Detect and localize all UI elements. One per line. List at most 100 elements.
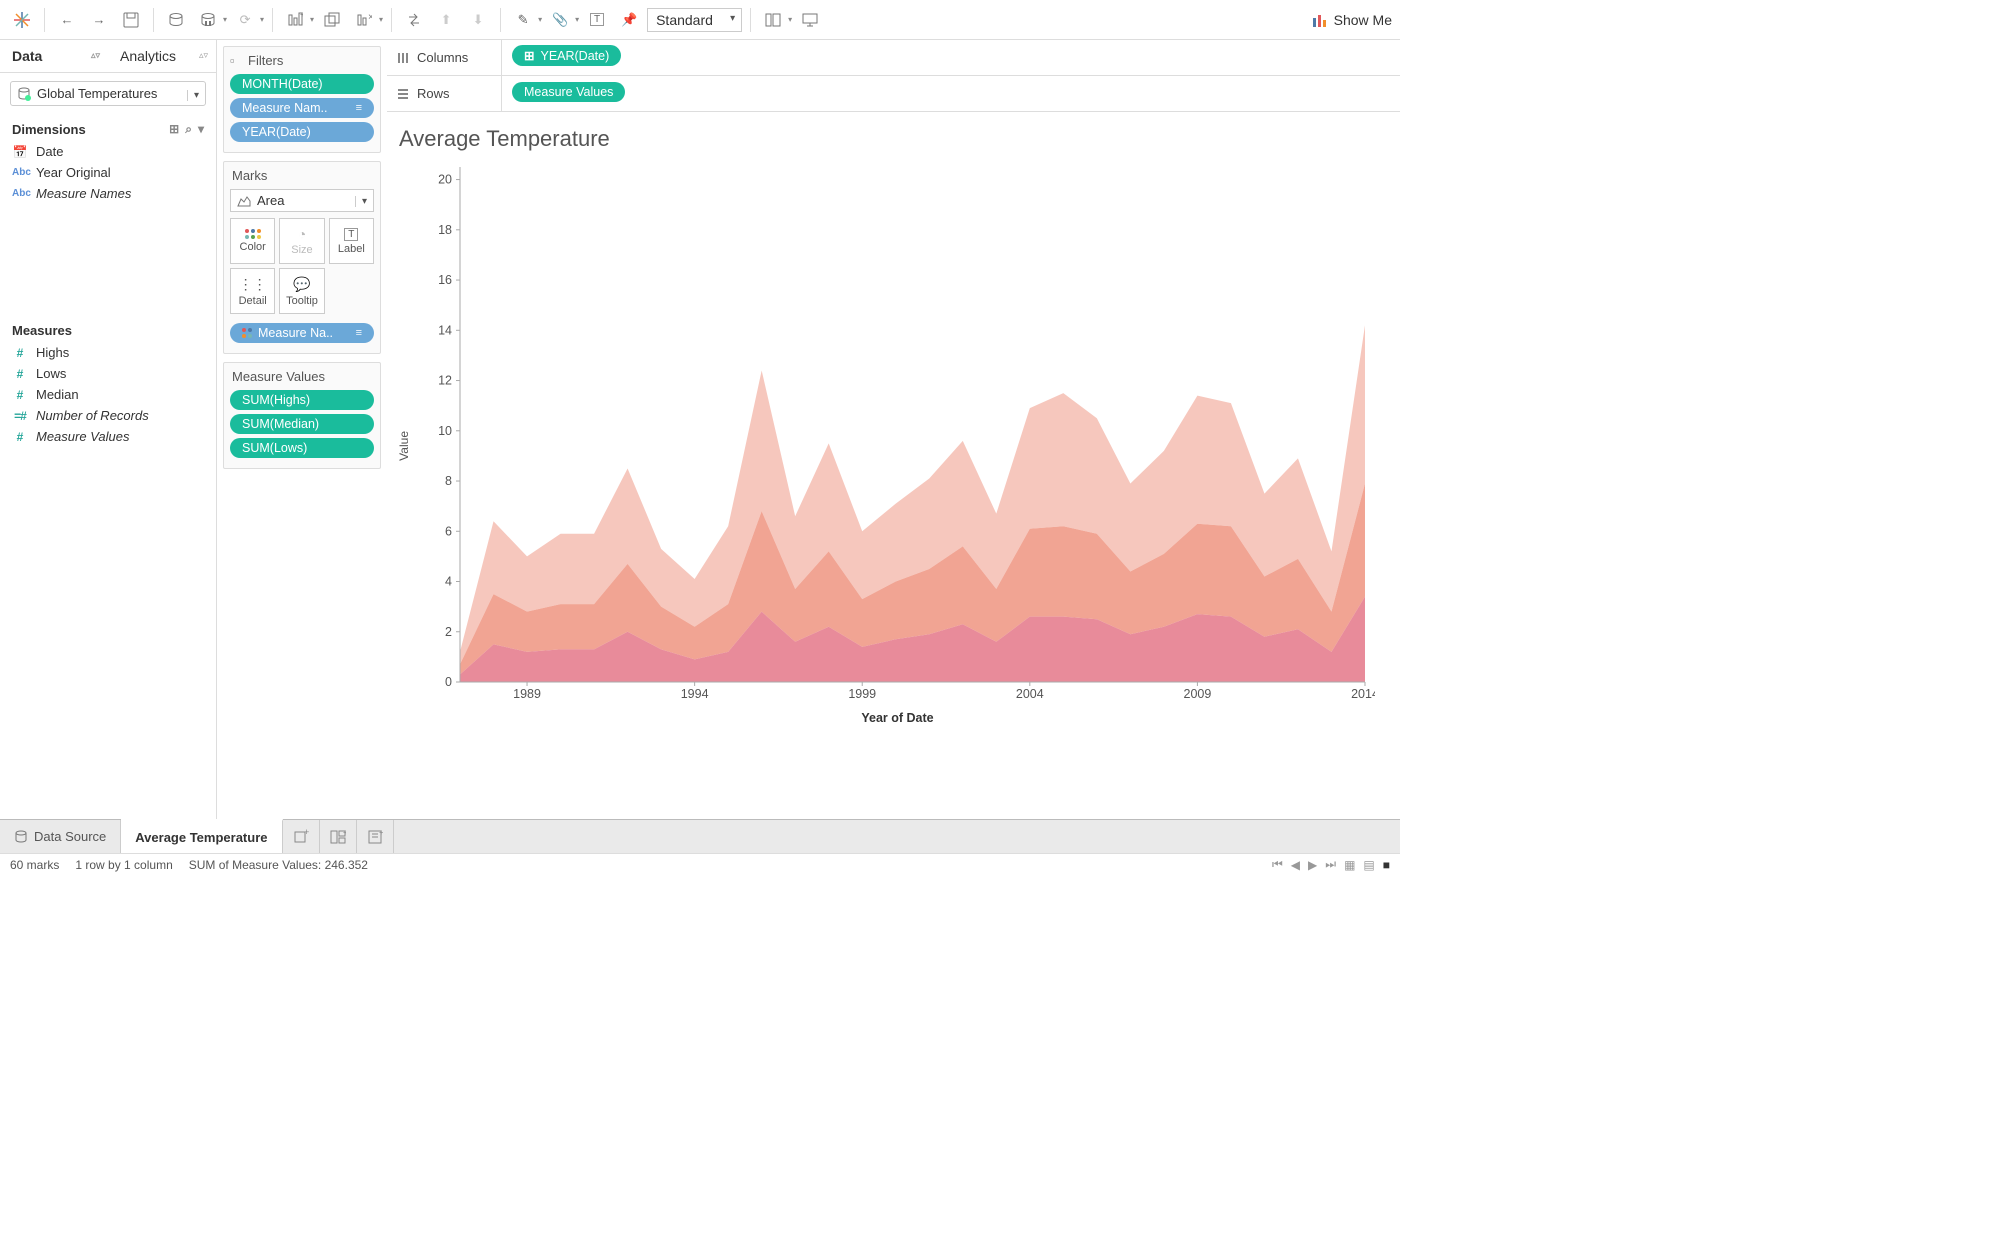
x-axis-label: Year of Date xyxy=(415,711,1380,725)
svg-text:2009: 2009 xyxy=(1184,687,1212,701)
data-panel: Data▵▿ Analytics▵▿ Global Temperatures▾ … xyxy=(0,40,217,819)
filter-pill[interactable]: MONTH(Date) xyxy=(230,74,374,94)
cards-column: ▫Filters MONTH(Date)Measure Nam..≡YEAR(D… xyxy=(217,40,387,819)
view-filmstrip[interactable]: ▤ xyxy=(1363,858,1374,872)
area-chart[interactable]: 0246810121416182019891994199920042009201… xyxy=(415,162,1375,707)
rows-shelf[interactable]: Rows Measure Values xyxy=(387,76,1400,112)
pause-button[interactable]: ▾ xyxy=(194,6,227,34)
datasource-selector[interactable]: Global Temperatures▾ xyxy=(10,81,206,106)
marks-tooltip-button[interactable]: 💬Tooltip xyxy=(279,268,324,314)
viz-column: Columns ⊞YEAR(Date) Rows Measure Values … xyxy=(387,40,1400,819)
nav-next[interactable]: ▶ xyxy=(1308,858,1317,872)
area-icon xyxy=(237,195,251,207)
show-labels-button[interactable]: T xyxy=(583,6,611,34)
marks-color-button[interactable]: Color xyxy=(230,218,275,264)
measure-field[interactable]: =#Number of Records xyxy=(0,405,216,426)
new-worksheet-tab[interactable]: + xyxy=(283,820,320,853)
columns-icon xyxy=(397,52,409,64)
y-axis-label: Value xyxy=(397,431,411,461)
filter-pill[interactable]: Measure Nam..≡ xyxy=(230,98,374,118)
dimension-field[interactable]: AbcYear Original xyxy=(0,162,216,183)
sheet-tabs: Data Source Average Temperature + + + xyxy=(0,819,1400,853)
svg-text:×: × xyxy=(368,12,372,23)
group-button[interactable]: 📎▾ xyxy=(546,6,579,34)
filter-pill[interactable]: YEAR(Date) xyxy=(230,122,374,142)
tab-analytics[interactable]: Analytics▵▿ xyxy=(108,40,216,72)
dimension-field[interactable]: AbcMeasure Names xyxy=(0,183,216,204)
menu-icon[interactable]: ▾ xyxy=(198,122,204,137)
view-icon[interactable]: ⊞ xyxy=(169,122,179,137)
undo-button[interactable]: ← xyxy=(53,6,81,34)
marks-color-pill[interactable]: Measure Na.. ≡ xyxy=(230,323,374,343)
svg-text:6: 6 xyxy=(445,524,452,538)
svg-text:+: + xyxy=(304,829,309,837)
search-icon[interactable]: ⌕ xyxy=(185,122,192,137)
marks-detail-button[interactable]: ⋮⋮Detail xyxy=(230,268,275,314)
main-toolbar: ← → ▾ ⟳▾ +▾ ×▾ ⬆ ⬇ ✎▾ 📎▾ T 📌 Standard ▾ … xyxy=(0,0,1400,40)
measure-field[interactable]: #Lows xyxy=(0,363,216,384)
svg-text:1994: 1994 xyxy=(681,687,709,701)
svg-text:20: 20 xyxy=(438,173,452,187)
svg-text:0: 0 xyxy=(445,675,452,689)
new-worksheet-button[interactable]: +▾ xyxy=(281,6,314,34)
sheet-tab-active[interactable]: Average Temperature xyxy=(121,819,282,853)
measure-field[interactable]: #Measure Values xyxy=(0,426,216,447)
show-me-label: Show Me xyxy=(1334,12,1392,28)
sort-asc-button[interactable]: ⬆ xyxy=(432,6,460,34)
fit-selector[interactable]: Standard xyxy=(647,8,742,32)
marks-size-button[interactable]: ◔Size xyxy=(279,218,324,264)
save-button[interactable] xyxy=(117,6,145,34)
svg-text:2004: 2004 xyxy=(1016,687,1044,701)
view-grid[interactable]: ▦ xyxy=(1344,858,1355,872)
datasource-tab[interactable]: Data Source xyxy=(0,820,121,853)
svg-text:2: 2 xyxy=(445,625,452,639)
columns-shelf[interactable]: Columns ⊞YEAR(Date) xyxy=(387,40,1400,76)
view-single[interactable]: ■ xyxy=(1383,858,1390,872)
rows-pill[interactable]: Measure Values xyxy=(512,82,625,102)
swap-button[interactable] xyxy=(400,6,428,34)
measure-value-pill[interactable]: SUM(Lows) xyxy=(230,438,374,458)
sort-desc-button[interactable]: ⬇ xyxy=(464,6,492,34)
rows-icon xyxy=(397,88,409,100)
new-datasource-button[interactable] xyxy=(162,6,190,34)
clear-button[interactable]: ×▾ xyxy=(350,6,383,34)
columns-pill[interactable]: ⊞YEAR(Date) xyxy=(512,45,621,66)
new-dashboard-tab[interactable]: + xyxy=(320,820,357,853)
nav-last[interactable]: ⏭ xyxy=(1325,857,1336,872)
pin-button[interactable]: 📌 xyxy=(615,6,643,34)
show-me-button[interactable]: Show Me xyxy=(1312,12,1392,28)
database-icon xyxy=(17,87,31,101)
measure-field[interactable]: #Highs xyxy=(0,342,216,363)
new-story-tab[interactable]: + xyxy=(357,820,394,853)
nav-first[interactable]: ⏮ xyxy=(1272,857,1283,872)
filters-card: ▫Filters MONTH(Date)Measure Nam..≡YEAR(D… xyxy=(223,46,381,153)
svg-text:14: 14 xyxy=(438,323,452,337)
measure-values-card: Measure Values SUM(Highs)SUM(Median)SUM(… xyxy=(223,362,381,469)
svg-text:10: 10 xyxy=(438,424,452,438)
marks-label-button[interactable]: TLabel xyxy=(329,218,374,264)
redo-button[interactable]: → xyxy=(85,6,113,34)
dimensions-header: Dimensions ⊞⌕▾ xyxy=(0,114,216,141)
mark-type-selector[interactable]: Area▾ xyxy=(230,189,374,212)
duplicate-button[interactable] xyxy=(318,6,346,34)
status-bar: 60 marks 1 row by 1 column SUM of Measur… xyxy=(0,853,1400,875)
presentation-button[interactable] xyxy=(796,6,824,34)
status-marks: 60 marks xyxy=(10,858,59,872)
marks-card: Marks Area▾ Color ◔Size TLabel ⋮⋮Detail … xyxy=(223,161,381,354)
svg-text:+: + xyxy=(379,829,383,837)
refresh-button[interactable]: ⟳▾ xyxy=(231,6,264,34)
svg-text:16: 16 xyxy=(438,273,452,287)
logo-icon[interactable] xyxy=(8,6,36,34)
collapse-icon[interactable]: ▫ xyxy=(230,53,240,68)
svg-text:+: + xyxy=(300,12,303,19)
measure-field[interactable]: #Median xyxy=(0,384,216,405)
measure-value-pill[interactable]: SUM(Highs) xyxy=(230,390,374,410)
highlight-button[interactable]: ✎▾ xyxy=(509,6,542,34)
nav-prev[interactable]: ◀ xyxy=(1291,858,1300,872)
viz-title[interactable]: Average Temperature xyxy=(399,126,1380,152)
show-cards-button[interactable]: ▾ xyxy=(759,6,792,34)
measure-value-pill[interactable]: SUM(Median) xyxy=(230,414,374,434)
tab-data[interactable]: Data▵▿ xyxy=(0,40,108,72)
dimension-field[interactable]: 📅Date xyxy=(0,141,216,162)
svg-text:12: 12 xyxy=(438,374,452,388)
